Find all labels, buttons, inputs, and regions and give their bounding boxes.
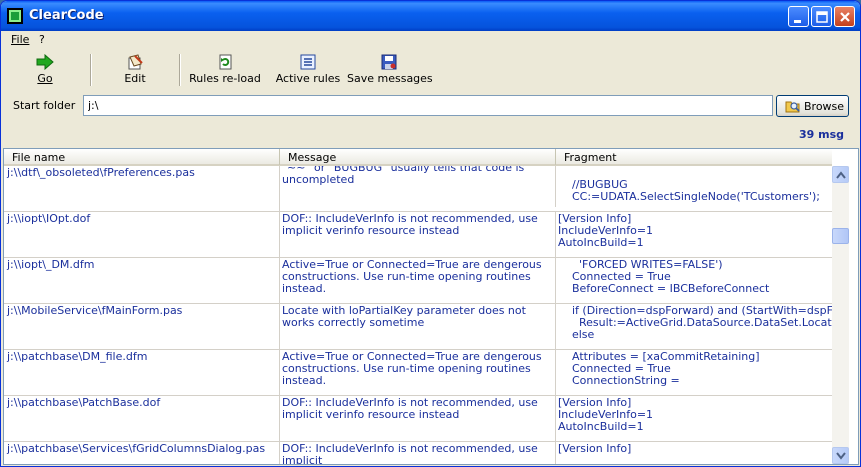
maximize-icon [816,11,828,23]
column-header-file[interactable]: File name [4,149,280,165]
arrow-up-icon [836,171,846,179]
rules-reload-label: Rules re-load [189,72,261,85]
cell-message: Active=True or Connected=True are denger… [280,258,556,304]
toolbar-separator [90,54,92,86]
cell-message: DOF:: IncludeVerInfo is not recommended,… [280,396,556,442]
toolbar: Go Edit Rules re-load Active rules Save … [1,50,860,90]
cell-message: DOF:: IncludeVerInfo is not recommended,… [280,212,556,258]
go-label: Go [37,72,53,85]
start-folder-label: Start folder [13,99,76,112]
cell-file: j:\\iopt\IOpt.dof [4,212,280,258]
browse-label: Browse [804,100,845,113]
cell-fragment: Attributes = [xaCommitRetaining] Connect… [571,350,760,387]
close-button[interactable] [834,6,855,27]
cell-file: j:\\patchbase\PatchBase.dof [4,396,280,442]
toolbar-separator [179,54,181,86]
go-button[interactable]: Go [15,52,75,88]
results-grid: File name Message Fragment j:\\dtf\_obso… [3,148,859,465]
edit-label: Edit [124,72,146,85]
browse-button[interactable]: Browse [776,95,849,117]
menu-help[interactable]: ? [39,33,45,46]
save-disk-icon [381,54,397,70]
rules-reload-button[interactable]: Rules re-load [189,52,261,88]
menu-file[interactable]: File [11,33,29,46]
column-header-message[interactable]: Message [280,149,556,165]
reload-icon [219,54,232,70]
table-row[interactable]: j:\\iopt\_DM.dfm Active=True or Connecte… [4,258,832,304]
app-icon[interactable] [7,8,23,24]
scroll-thumb[interactable] [832,228,849,244]
active-rules-label: Active rules [275,72,341,85]
cell-fragment: //BUGBUG CC:=UDATA.SelectSingleNode('TCu… [571,178,820,203]
title-bar[interactable]: ClearCode [1,1,860,31]
table-row[interactable]: j:\\MobileService\fMainForm.pas Locate w… [4,304,832,350]
message-count: 39 msg [798,128,844,141]
minimize-button[interactable] [788,6,809,27]
table-row[interactable]: j:\\patchbase\PatchBase.dof DOF:: Includ… [4,396,832,442]
cell-file: j:\\patchbase\Services\fGridColumnsDialo… [4,442,280,464]
cell-file: j:\\patchbase\DM_file.dfm [4,350,280,396]
cell-fragment: 'FORCED WRITES=FALSE') Connected = True … [571,258,770,295]
cell-file: j:\\dtf\_obsoleted\fPreferences.pas [4,166,280,212]
cell-message: DOF:: IncludeVerInfo is not recommended,… [280,442,556,464]
grid-rows: j:\\dtf\_obsoleted\fPreferences.pas "~~"… [4,166,832,464]
table-row[interactable]: j:\\patchbase\Services\fGridColumnsDialo… [4,442,832,464]
scroll-up-button[interactable] [832,166,849,183]
close-icon [840,12,850,22]
vertical-scrollbar[interactable] [832,166,849,464]
cell-message: Locate with loPartialKey parameter does … [280,304,556,350]
table-row[interactable]: j:\\patchbase\DM_file.dfm Active=True or… [4,350,832,396]
cell-file: j:\\MobileService\fMainForm.pas [4,304,280,350]
edit-icon [128,54,143,70]
menu-bar: File ? [1,31,860,49]
start-folder-input[interactable] [83,95,773,116]
cell-file: j:\\iopt\_DM.dfm [4,258,280,304]
table-row[interactable]: j:\\iopt\IOpt.dof DOF:: IncludeVerInfo i… [4,212,832,258]
edit-button[interactable]: Edit [105,52,165,88]
go-arrow-icon [36,54,54,70]
save-messages-button[interactable]: Save messages [347,52,433,88]
cell-fragment: if (Direction=dspForward) and (StartWith… [571,304,832,341]
main-window: ClearCode File ? Go Edit Rules re-load A… [0,0,861,467]
arrow-down-icon [836,452,846,460]
active-rules-button[interactable]: Active rules [275,52,341,88]
cell-message: "~~" or "BUGBUG" usually tells that code… [280,166,556,207]
table-row[interactable]: j:\\dtf\_obsoleted\fPreferences.pas "~~"… [4,166,832,212]
save-messages-label: Save messages [347,72,433,85]
scroll-down-button[interactable] [832,447,849,464]
rules-list-icon [300,54,316,70]
grid-header: File name Message Fragment [4,149,832,166]
cell-fragment: [Version Info] [558,442,632,455]
cell-fragment: [Version Info] IncludeVerInfo=1 AutoIncB… [558,396,654,433]
cell-fragment: [Version Info] IncludeVerInfo=1 AutoIncB… [558,212,654,249]
column-header-fragment[interactable]: Fragment [556,149,832,165]
window-title: ClearCode [29,8,104,23]
minimize-icon [794,20,801,23]
browse-folder-icon [785,101,800,113]
maximize-button[interactable] [811,6,832,27]
cell-message: Active=True or Connected=True are denger… [280,350,556,396]
